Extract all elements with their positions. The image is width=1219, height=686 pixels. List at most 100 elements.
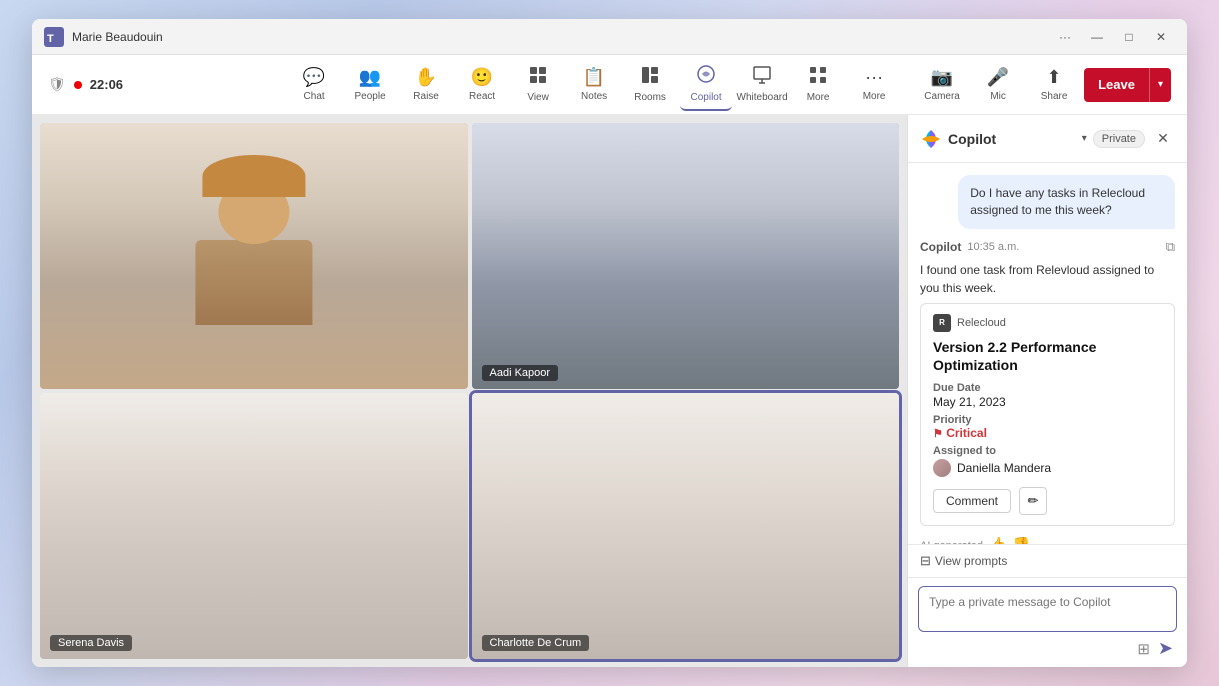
- task-source: Relecloud: [957, 317, 1006, 329]
- chat-icon: 💬: [303, 67, 325, 88]
- participant-name-p4: Charlotte De Crum: [482, 635, 590, 651]
- minimize-button[interactable]: —: [1083, 23, 1111, 51]
- mic-button[interactable]: 🎤 Mic: [972, 59, 1024, 111]
- apps-button[interactable]: More: [792, 59, 844, 111]
- leave-button[interactable]: Leave: [1084, 68, 1150, 102]
- react-label: React: [469, 91, 495, 102]
- user-message: Do I have any tasks in Relecloud assigne…: [958, 175, 1175, 229]
- apps-label: More: [807, 92, 830, 103]
- raise-button[interactable]: ✋ Raise: [400, 59, 452, 111]
- copilot-icon: [696, 64, 716, 89]
- recording-indicator: [74, 81, 82, 89]
- send-icon: ➤: [1158, 638, 1173, 658]
- people-label: People: [355, 91, 386, 102]
- notes-button[interactable]: 📋 Notes: [568, 59, 620, 111]
- leave-button-group: Leave ▾: [1084, 68, 1171, 102]
- video-grid: Aadi Kapoor Serena Davis Charlotte De Cr…: [32, 115, 907, 667]
- whiteboard-label: Whiteboard: [737, 92, 788, 103]
- close-button[interactable]: ✕: [1147, 23, 1175, 51]
- view-prompts-row[interactable]: ⊟ View prompts: [908, 544, 1187, 577]
- chat-button[interactable]: 💬 Chat: [288, 59, 340, 111]
- people-button[interactable]: 👥 People: [344, 59, 396, 111]
- copilot-logo-icon: [920, 128, 942, 150]
- toolbar: 🛡 22:06 💬 Chat 👥 People ✋ Raise 🙂: [32, 55, 1187, 115]
- due-date-label: Due Date: [933, 382, 1162, 394]
- main-content: Aadi Kapoor Serena Davis Charlotte De Cr…: [32, 115, 1187, 667]
- video-cell-p4: Charlotte De Crum: [472, 393, 900, 659]
- shield-icon: 🛡: [48, 76, 66, 93]
- assignee-avatar: [933, 459, 951, 477]
- chat-label: Chat: [304, 91, 325, 102]
- view-button[interactable]: View: [512, 59, 564, 111]
- assigned-to-label: Assigned to: [933, 445, 1162, 457]
- share-button[interactable]: ⬆ Share: [1028, 59, 1080, 111]
- edit-icon: ✏: [1028, 493, 1039, 509]
- assignee-name: Daniella Mandera: [957, 461, 1051, 475]
- toolbar-left: 🛡 22:06: [48, 76, 123, 93]
- share-label: Share: [1041, 91, 1068, 102]
- video-cell-p2: Aadi Kapoor: [472, 123, 900, 389]
- raise-label: Raise: [413, 91, 439, 102]
- copilot-panel: Copilot ▾ Private ✕ Do I have any tasks …: [907, 115, 1187, 667]
- rooms-icon: [641, 66, 659, 89]
- task-title: Version 2.2 Performance Optimization: [933, 338, 1162, 374]
- leave-caret-button[interactable]: ▾: [1150, 68, 1171, 102]
- participant-name-p3: Serena Davis: [50, 635, 132, 651]
- mic-icon: 🎤: [987, 67, 1009, 88]
- whiteboard-button[interactable]: Whiteboard: [736, 59, 788, 111]
- maximize-button[interactable]: □: [1115, 23, 1143, 51]
- copilot-input[interactable]: [918, 586, 1177, 632]
- view-icon: [529, 66, 547, 89]
- toolbar-center: 💬 Chat 👥 People ✋ Raise 🙂 React: [288, 59, 900, 111]
- task-actions: Comment ✏: [933, 487, 1162, 515]
- copilot-button[interactable]: Copilot: [680, 59, 732, 111]
- copilot-dropdown-icon[interactable]: ▾: [1082, 133, 1087, 144]
- rooms-button[interactable]: Rooms: [624, 59, 676, 111]
- people-icon: 👥: [359, 67, 381, 88]
- copilot-messages: Do I have any tasks in Relecloud assigne…: [908, 163, 1187, 544]
- flag-icon: ⚑: [933, 428, 943, 440]
- send-button[interactable]: ➤: [1158, 638, 1173, 659]
- due-date-field: Due Date May 21, 2023: [933, 382, 1162, 409]
- view-label: View: [527, 92, 549, 103]
- notes-icon: 📋: [583, 67, 605, 88]
- copilot-label: Copilot: [691, 92, 722, 103]
- view-prompts-icon: ⊟: [920, 553, 931, 569]
- thumbs-down-button[interactable]: 👎: [1012, 536, 1029, 544]
- video-cell-p1: [40, 123, 468, 389]
- call-timer: 22:06: [90, 77, 123, 92]
- more-options-button[interactable]: ···: [1051, 23, 1079, 51]
- react-button[interactable]: 🙂 React: [456, 59, 508, 111]
- thumbs-up-button[interactable]: 👍: [989, 536, 1006, 544]
- toolbar-right: 📷 Camera 🎤 Mic ⬆ Share Leave ▾: [916, 59, 1171, 111]
- copy-icon[interactable]: ⧉: [1166, 239, 1175, 255]
- titlebar: T Marie Beaudouin ··· — □ ✕: [32, 19, 1187, 55]
- whiteboard-icon: [753, 66, 771, 89]
- more-button[interactable]: ··· More: [848, 59, 900, 111]
- feedback-row: AI generated 👍 👎: [920, 536, 1175, 544]
- mic-label: Mic: [990, 91, 1006, 102]
- view-prompts-label: View prompts: [935, 554, 1007, 568]
- rooms-label: Rooms: [634, 92, 666, 103]
- window-controls: ··· — □ ✕: [1051, 23, 1175, 51]
- task-card: R Relecloud Version 2.2 Performance Opti…: [920, 303, 1175, 526]
- assignee-row: Daniella Mandera: [933, 459, 1162, 477]
- bot-time: 10:35 a.m.: [967, 241, 1019, 253]
- share-icon: ⬆: [1047, 67, 1062, 88]
- copilot-meta: Copilot 10:35 a.m. ⧉: [920, 239, 1175, 255]
- bot-name: Copilot: [920, 240, 961, 254]
- copilot-header: Copilot ▾ Private ✕: [908, 115, 1187, 163]
- notes-label: Notes: [581, 91, 607, 102]
- relecloud-icon: R: [933, 314, 951, 332]
- video-cell-p3: Serena Davis: [40, 393, 468, 659]
- camera-button[interactable]: 📷 Camera: [916, 59, 968, 111]
- edit-button[interactable]: ✏: [1019, 487, 1047, 515]
- copilot-close-button[interactable]: ✕: [1151, 127, 1175, 151]
- more-label: More: [863, 91, 886, 102]
- table-icon: ⊞: [1137, 640, 1150, 658]
- priority-label: Priority: [933, 414, 1162, 426]
- comment-button[interactable]: Comment: [933, 489, 1011, 513]
- table-icon-button[interactable]: ⊞: [1137, 640, 1150, 658]
- teams-window: T Marie Beaudouin ··· — □ ✕ 🛡 22:06 💬 Ch…: [32, 19, 1187, 667]
- copilot-title: Copilot: [948, 131, 1076, 147]
